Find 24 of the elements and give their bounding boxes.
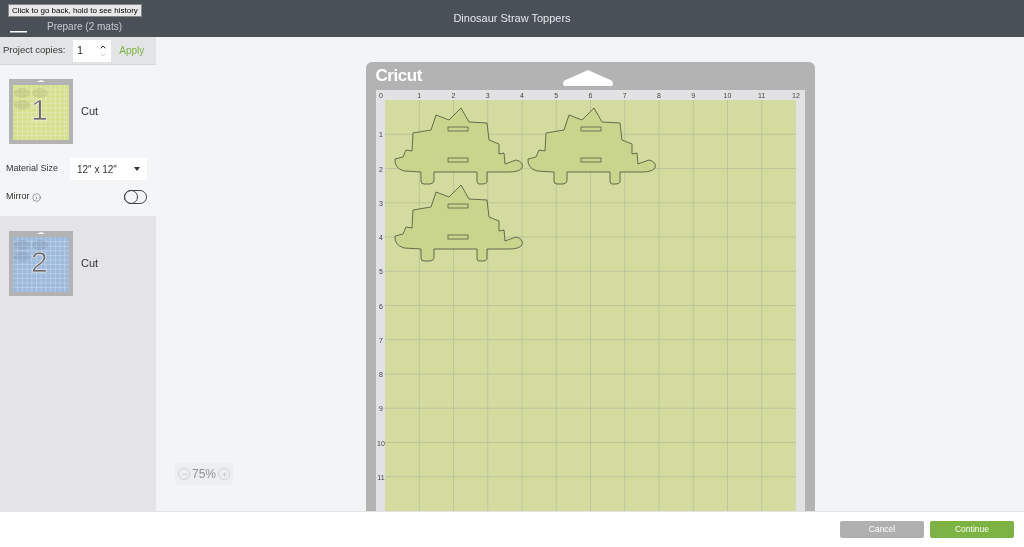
mat-thumbnail[interactable] [9, 231, 73, 296]
mat-action-label: Cut [81, 256, 99, 272]
brand-logo: Cricut [375, 66, 423, 86]
mat-number: 1 [31, 93, 48, 127]
dinosaur-shape[interactable] [394, 184, 523, 262]
caret-icon [134, 167, 140, 171]
dinosaur-shape[interactable] [527, 107, 656, 185]
mat-action-label: Cut [81, 104, 99, 120]
mat-number: 2 [31, 245, 48, 279]
mat-panel[interactable]: 1 Cut Material Size 12" x 12" Mirror [0, 65, 156, 216]
plus-icon [220, 470, 228, 478]
zoom-level: 75% [192, 466, 217, 483]
copies-field[interactable]: 1 [73, 39, 112, 62]
copies-label: Project copies: [3, 43, 66, 58]
material-size-label: Material Size [6, 162, 59, 176]
dinosaur-shape[interactable] [394, 107, 523, 185]
window-title: Dinosaur Straw Toppers [453, 11, 571, 27]
tooltip: Click to go back, hold to see history [8, 4, 142, 17]
notch-shape [563, 68, 614, 86]
mirror-label: Mirror [6, 190, 30, 204]
mat-thumbnail[interactable] [9, 79, 73, 144]
back-label[interactable]: Prepare (2 mats) [47, 21, 123, 33]
info-icon[interactable] [31, 192, 41, 202]
material-size-dropdown[interactable]: 12" x 12" [70, 158, 147, 180]
